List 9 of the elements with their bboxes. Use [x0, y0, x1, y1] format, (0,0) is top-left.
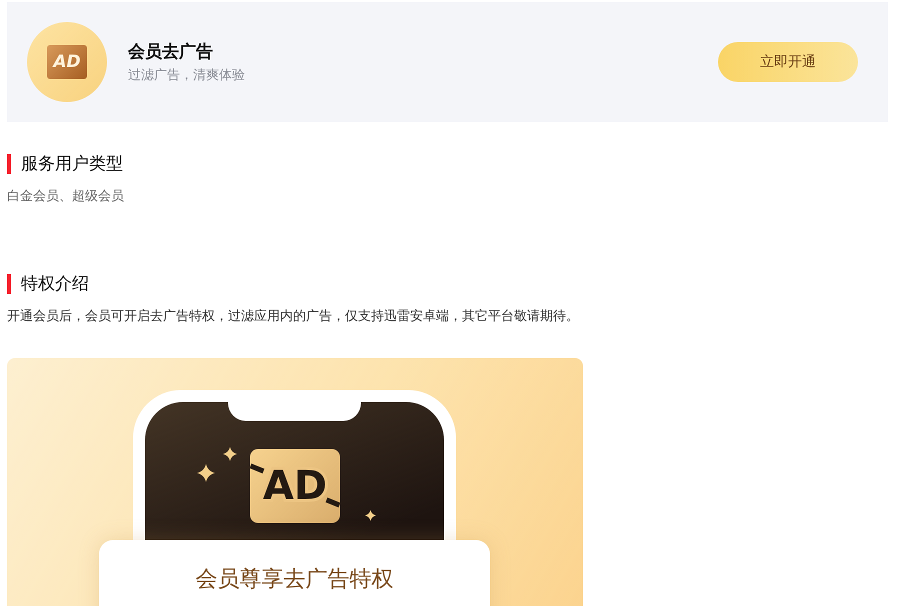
banner-caption: 会员尊享去广告特权 [196, 566, 394, 594]
promo-title: 会员去广告 [128, 41, 214, 63]
section-heading: 特权介绍 [7, 274, 888, 294]
subscribe-button[interactable]: 立即开通 [718, 42, 858, 82]
promo-subtitle: 过滤广告，清爽体验 [128, 67, 246, 84]
ad-badge-icon: AD [27, 22, 107, 102]
section-heading: 服务用户类型 [7, 154, 888, 174]
section-text: 开通会员后，会员可开启去广告特权，过滤应用内的广告，仅支持迅雷安卓端，其它平台敬请期待。 [7, 308, 580, 326]
section-text: 白金会员、超级会员 [7, 188, 125, 206]
